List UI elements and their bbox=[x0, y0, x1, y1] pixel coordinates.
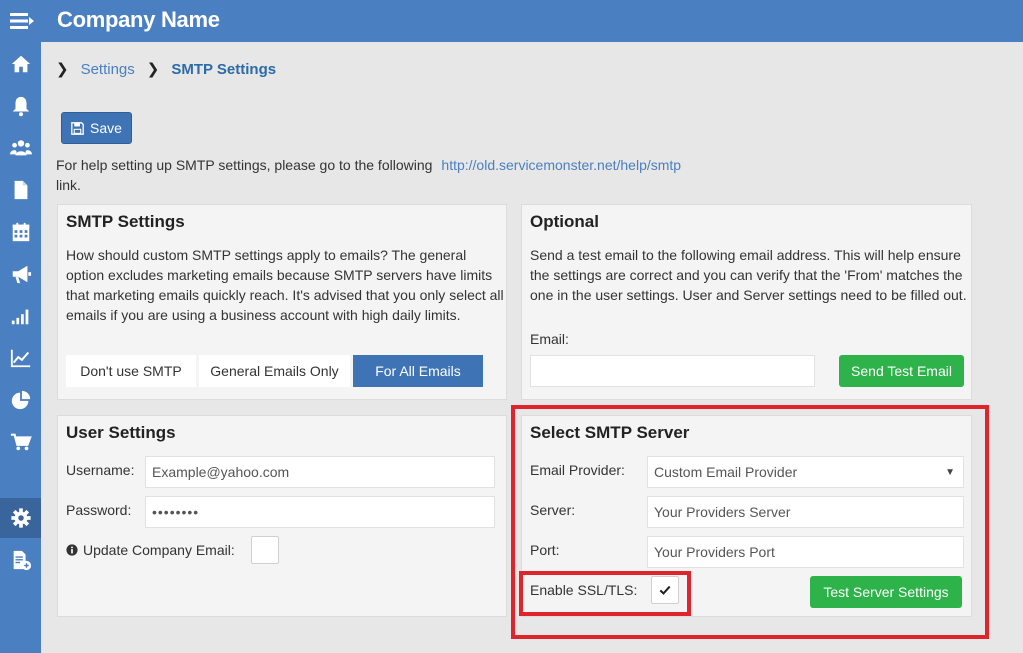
update-company-email-checkbox[interactable] bbox=[251, 536, 279, 564]
bell-icon bbox=[12, 96, 29, 117]
main-content: ❯ Settings ❯ SMTP Settings Save For help… bbox=[41, 42, 1023, 653]
smtp-settings-description: How should custom SMTP settings apply to… bbox=[66, 247, 504, 323]
option-general-emails-only[interactable]: General Emails Only bbox=[199, 355, 350, 387]
sidebar-item-documents[interactable] bbox=[0, 170, 41, 210]
password-label: Password: bbox=[66, 502, 132, 518]
username-input[interactable]: Example@yahoo.com bbox=[145, 456, 495, 488]
sidebar-item-customers[interactable] bbox=[0, 128, 41, 168]
option-dont-use-smtp[interactable]: Don't use SMTP bbox=[66, 355, 196, 387]
sidebar-item-notifications[interactable] bbox=[0, 86, 41, 126]
email-provider-select[interactable]: Custom Email Provider ▼ bbox=[647, 456, 964, 488]
pie-chart-icon bbox=[11, 390, 30, 410]
option-for-all-emails[interactable]: For All Emails bbox=[353, 355, 483, 387]
save-button-label: Save bbox=[90, 120, 122, 136]
email-provider-label: Email Provider: bbox=[530, 462, 625, 478]
update-company-email-label: Update Company Email: bbox=[66, 542, 235, 558]
chevron-right-icon: ❯ bbox=[56, 61, 69, 78]
sidebar-item-statistics[interactable] bbox=[0, 380, 41, 420]
server-label: Server: bbox=[530, 502, 576, 518]
ssl-label: Enable SSL/TLS: bbox=[530, 582, 638, 598]
username-label: Username: bbox=[66, 462, 135, 478]
test-email-input[interactable] bbox=[530, 355, 815, 387]
menu-toggle-icon[interactable] bbox=[10, 12, 34, 30]
add-document-icon bbox=[13, 550, 31, 571]
password-input[interactable]: •••••••• bbox=[145, 496, 495, 528]
document-icon bbox=[14, 180, 27, 200]
top-bar: Company Name bbox=[0, 0, 1023, 42]
help-text: For help setting up SMTP settings, pleas… bbox=[56, 155, 756, 195]
help-link[interactable]: http://old.servicemonster.net/help/smtp bbox=[441, 157, 681, 173]
save-button[interactable]: Save bbox=[61, 112, 132, 144]
chevron-right-icon: ❯ bbox=[146, 61, 160, 78]
panel-title: SMTP Settings bbox=[66, 212, 185, 231]
sidebar-item-add-form[interactable] bbox=[0, 540, 41, 580]
info-icon bbox=[66, 544, 78, 556]
users-icon bbox=[9, 140, 32, 156]
company-name: Company Name bbox=[57, 7, 220, 32]
caret-down-icon: ▼ bbox=[945, 467, 955, 478]
sidebar-item-reports[interactable] bbox=[0, 296, 41, 336]
calendar-icon bbox=[12, 222, 29, 242]
panel-title: Optional bbox=[530, 212, 599, 231]
send-test-email-button[interactable]: Send Test Email bbox=[839, 355, 964, 387]
line-chart-icon bbox=[10, 349, 30, 368]
help-text-body: For help setting up SMTP settings, pleas… bbox=[56, 157, 433, 173]
sidebar-item-analytics[interactable] bbox=[0, 338, 41, 378]
breadcrumb: ❯ Settings ❯ SMTP Settings bbox=[56, 60, 277, 79]
optional-panel: Optional Send a test email to the follow… bbox=[521, 204, 972, 400]
port-label: Port: bbox=[530, 542, 560, 558]
bar-chart-icon bbox=[11, 309, 28, 325]
panel-title: Select SMTP Server bbox=[530, 423, 690, 442]
ssl-checkbox[interactable] bbox=[651, 576, 679, 604]
email-label: Email: bbox=[530, 331, 569, 347]
email-provider-value: Custom Email Provider bbox=[654, 464, 798, 480]
update-company-email-text: Update Company Email: bbox=[83, 542, 235, 558]
help-text-suffix: link. bbox=[56, 177, 81, 193]
smtp-server-panel: Select SMTP Server Email Provider: Custo… bbox=[521, 415, 972, 617]
optional-description: Send a test email to the following email… bbox=[530, 247, 967, 303]
sidebar-item-shop[interactable] bbox=[0, 422, 41, 462]
megaphone-icon bbox=[12, 265, 31, 284]
sidebar bbox=[0, 42, 41, 653]
sidebar-item-calendar[interactable] bbox=[0, 212, 41, 252]
breadcrumb-current: SMTP Settings bbox=[171, 60, 277, 78]
server-input[interactable]: Your Providers Server bbox=[647, 496, 964, 528]
panel-title: User Settings bbox=[66, 423, 176, 442]
checkmark-icon bbox=[659, 585, 671, 595]
sidebar-item-settings[interactable] bbox=[0, 498, 41, 538]
cart-icon bbox=[10, 433, 32, 451]
floppy-disk-icon bbox=[71, 121, 84, 135]
breadcrumb-settings-link[interactable]: Settings bbox=[81, 61, 135, 78]
user-settings-panel: User Settings Username: Example@yahoo.co… bbox=[57, 415, 507, 617]
home-icon bbox=[11, 55, 30, 73]
test-server-settings-button[interactable]: Test Server Settings bbox=[810, 576, 962, 608]
smtp-settings-panel: SMTP Settings How should custom SMTP set… bbox=[57, 204, 507, 400]
sidebar-item-home[interactable] bbox=[0, 44, 41, 84]
port-input[interactable]: Your Providers Port bbox=[647, 536, 964, 568]
sidebar-item-marketing[interactable] bbox=[0, 254, 41, 294]
gear-icon bbox=[10, 508, 31, 528]
